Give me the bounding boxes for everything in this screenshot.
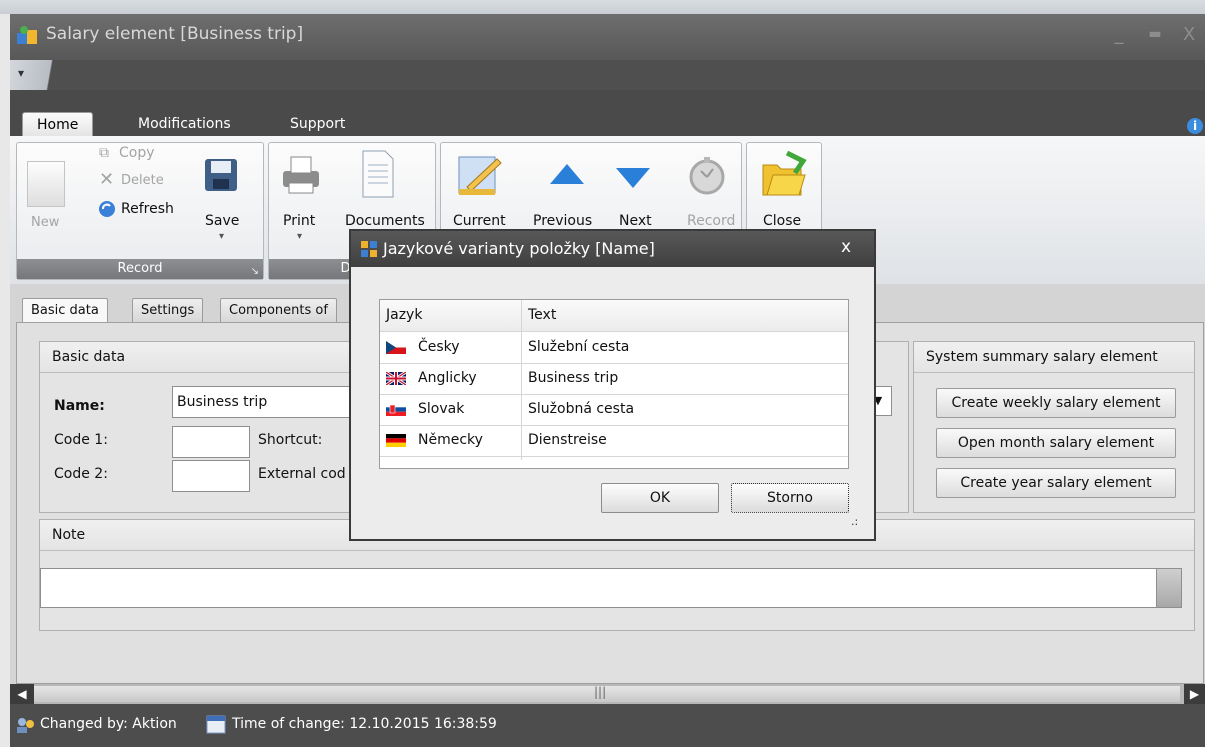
print-button[interactable]: Print (283, 213, 315, 229)
table-row[interactable]: Slovak Služobná cesta (380, 394, 848, 426)
save-button[interactable]: Save (205, 213, 239, 229)
documents-button[interactable]: Documents (345, 213, 425, 229)
scroll-left-icon[interactable]: ◀ (10, 684, 34, 704)
row-text[interactable]: Dienstreise (528, 425, 607, 456)
documents-icon (362, 150, 394, 198)
app-icon (17, 26, 37, 44)
close-window-icon[interactable]: X (1178, 24, 1200, 45)
row-language: Německy (418, 432, 483, 448)
open-month-salary-button[interactable]: Open month salary element (936, 428, 1176, 458)
create-year-salary-button[interactable]: Create year salary element (936, 468, 1176, 498)
previous-button[interactable]: Previous (533, 213, 592, 229)
previous-arrow-icon (550, 164, 584, 184)
tab-home[interactable]: Home (22, 112, 94, 137)
close-folder-icon (762, 151, 807, 196)
german-flag-icon (386, 434, 406, 447)
row-language: Česky (418, 339, 460, 355)
row-language: Anglicky (418, 370, 477, 386)
record-group: New ⧉ Copy ✕ Delete Refresh Save ▾ Recor… (16, 142, 264, 280)
table-row[interactable]: Česky Služební cesta (380, 332, 848, 364)
create-weekly-salary-button[interactable]: Create weekly salary element (936, 388, 1176, 418)
code1-label: Code 1: (54, 432, 108, 448)
current-button[interactable]: Current (453, 213, 506, 229)
grid-header: Jazyk Text (380, 300, 848, 332)
language-grid: Jazyk Text Česky Služební cesta Anglicky… (379, 299, 849, 469)
shortcut-label: Shortcut: (258, 432, 323, 448)
table-row[interactable]: Anglicky Business trip (380, 363, 848, 395)
info-icon[interactable]: i (1187, 118, 1203, 134)
dialog-app-icon (361, 241, 377, 257)
tab-modifications[interactable]: Modifications (124, 112, 245, 136)
record-button[interactable]: Record (687, 213, 735, 229)
storno-button[interactable]: Storno (731, 483, 849, 513)
save-dropdown-icon[interactable]: ▾ (219, 231, 224, 242)
changed-by-text: Changed by: Aktion (40, 716, 177, 732)
resize-grip-icon[interactable]: .: (851, 515, 858, 528)
close-button[interactable]: Close (763, 213, 801, 229)
new-button[interactable]: New (31, 215, 59, 230)
tab-settings[interactable]: Settings (132, 298, 204, 323)
column-header-text[interactable]: Text (528, 300, 556, 331)
slovak-flag-icon (386, 403, 406, 416)
time-of-change-text: Time of change: 12.10.2015 16:38:59 (232, 716, 497, 732)
dialog-title: Jazykové varianty položky [Name] (383, 239, 655, 258)
calendar-icon (206, 715, 226, 734)
row-text[interactable]: Služobná cesta (528, 394, 634, 425)
row-language: Slovak (418, 401, 465, 417)
title-bar: Salary element [Business trip] _ ▬ X (10, 14, 1205, 60)
table-row[interactable]: Německy Dienstreise (380, 425, 848, 457)
record-clock-icon (689, 157, 725, 195)
copy-icon: ⧉ (99, 145, 109, 161)
dialog-launcher-icon[interactable]: ↘ (251, 266, 259, 277)
ok-button[interactable]: OK (601, 483, 719, 513)
tab-components[interactable]: Components of (220, 298, 337, 323)
next-arrow-icon (616, 168, 650, 188)
horizontal-scrollbar[interactable]: ◀ ||| ▶ (10, 684, 1205, 704)
note-field[interactable] (40, 568, 1158, 608)
delete-icon: ✕ (99, 169, 115, 190)
new-document-icon (27, 161, 65, 207)
background-strip (0, 0, 1205, 14)
delete-button[interactable]: Delete (121, 173, 164, 188)
quick-access-toolbar: ▾ (10, 60, 1205, 90)
print-dropdown-icon[interactable]: ▾ (297, 231, 302, 242)
tab-basic-data[interactable]: Basic data (22, 298, 108, 323)
row-text[interactable]: Business trip (528, 363, 618, 394)
record-group-label: Record (17, 259, 263, 279)
current-record-icon (458, 156, 502, 195)
code2-label: Code 2: (54, 466, 108, 482)
printer-icon (283, 156, 319, 194)
name-label: Name: (54, 398, 105, 414)
system-summary-panel: System summary salary element Create wee… (913, 341, 1195, 513)
chevron-down-icon: ▾ (18, 66, 25, 80)
scroll-right-icon[interactable]: ▶ (1184, 684, 1205, 704)
next-button[interactable]: Next (619, 213, 652, 229)
uk-flag-icon (386, 372, 406, 385)
grip-icon: ||| (594, 685, 607, 699)
users-icon (17, 718, 34, 733)
refresh-button[interactable]: Refresh (121, 201, 174, 217)
ribbon-tab-bar: Home Modifications Support i (10, 90, 1205, 137)
dialog-title-bar: Jazykové varianty položky [Name] x (351, 231, 874, 267)
system-summary-title: System summary salary element (914, 342, 1194, 373)
maximize-icon[interactable]: ▬ (1144, 26, 1166, 42)
row-text[interactable]: Služební cesta (528, 332, 629, 363)
czech-flag-icon (386, 341, 406, 354)
refresh-icon (99, 201, 115, 217)
tab-support[interactable]: Support (276, 112, 359, 136)
column-header-language[interactable]: Jazyk (386, 300, 422, 331)
copy-button[interactable]: Copy (119, 145, 155, 161)
status-bar: Changed by: Aktion Time of change: 12.10… (10, 704, 1205, 747)
minimize-icon[interactable]: _ (1108, 24, 1130, 45)
save-disk-icon (205, 159, 237, 191)
code1-field[interactable] (172, 426, 250, 458)
scroll-thumb[interactable]: ||| (34, 685, 1180, 702)
window-title: Salary element [Business trip] (46, 24, 304, 44)
language-variants-dialog: Jazykové varianty položky [Name] x Jazyk… (349, 229, 876, 541)
dialog-close-icon[interactable]: x (841, 237, 851, 257)
code2-field[interactable] (172, 460, 250, 492)
note-scrollbar[interactable] (1156, 568, 1182, 608)
quick-access-dropdown[interactable]: ▾ (10, 60, 74, 90)
external-code-label: External cod (258, 466, 346, 482)
